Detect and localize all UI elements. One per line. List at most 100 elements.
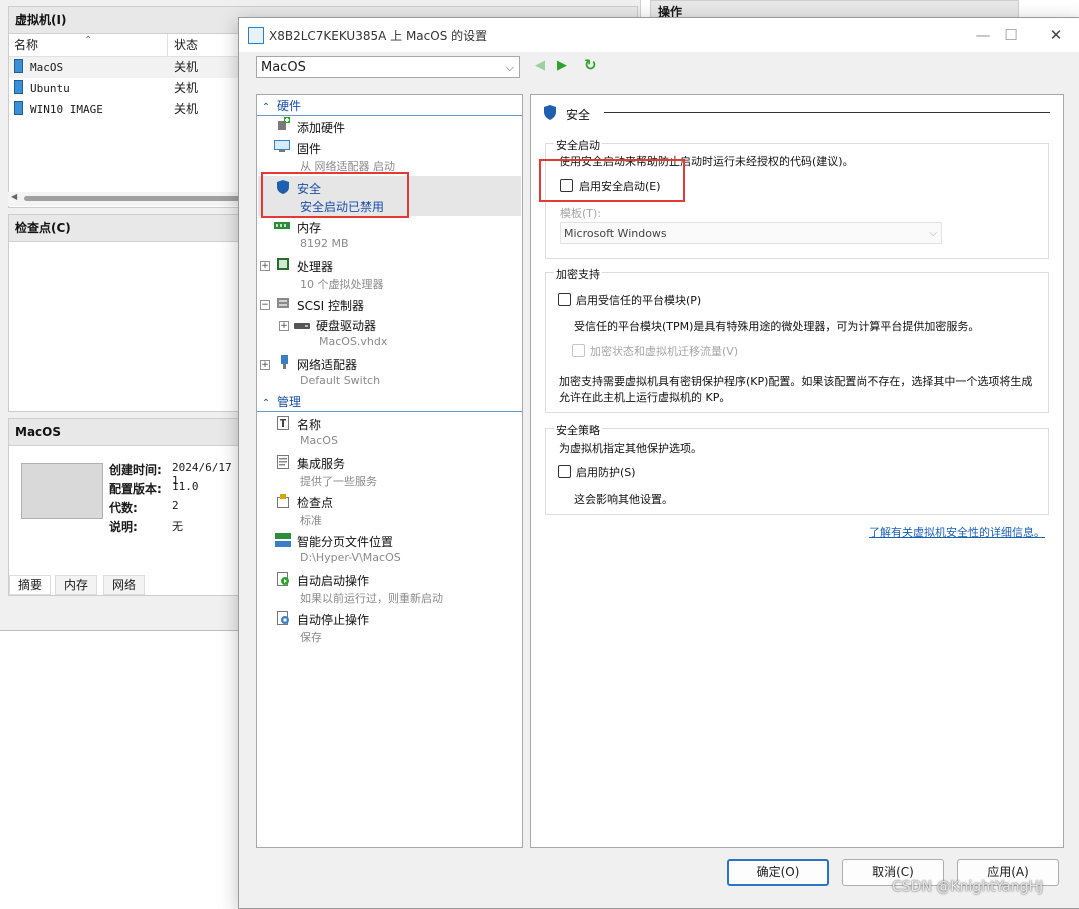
tree-section-hardware[interactable]: ⌃ 硬件 xyxy=(257,97,522,116)
tpm-checkbox[interactable] xyxy=(558,293,571,306)
add-hardware-icon xyxy=(278,117,290,130)
expand-icon[interactable]: + xyxy=(279,321,289,331)
vm-selector-value: MacOS xyxy=(261,60,306,75)
column-header-status[interactable]: 状态 xyxy=(174,34,198,56)
firmware-icon xyxy=(274,140,290,152)
kp-description-line2: 允许在此主机上运行虚拟机的 KP。 xyxy=(559,391,731,404)
column-divider xyxy=(167,34,168,56)
back-arrow-icon[interactable]: ◀ xyxy=(535,58,545,73)
tree-item-memory-sub: 8192 MB xyxy=(300,237,349,250)
scsi-controller-icon xyxy=(277,298,289,308)
vm-thumbnail xyxy=(21,463,103,519)
processor-icon xyxy=(277,258,289,270)
tree-item-processor-sub: 10 个虚拟处理器 xyxy=(300,278,384,291)
template-select-value: Microsoft Windows xyxy=(564,227,667,240)
settings-dialog: X8B2LC7KEKU385A 上 MacOS 的设置 — ☐ ✕ MacOS … xyxy=(238,17,1079,909)
vm-name: WIN10 IMAGE xyxy=(30,103,103,116)
tree-item-auto-stop-sub: 保存 xyxy=(300,631,322,644)
vm-status: 关机 xyxy=(174,81,199,95)
forward-arrow-icon[interactable]: ▶ xyxy=(557,58,567,73)
chevron-down-icon: ⌵ xyxy=(505,61,514,74)
template-select[interactable]: Microsoft Windows ⌵ xyxy=(560,222,942,244)
tree-item-checkpoints-sub: 标准 xyxy=(300,514,322,527)
tab-memory[interactable]: 内存 xyxy=(55,575,98,595)
tpm-description: 受信任的平台模块(TPM)是具有特殊用途的微处理器，可为计算平台提供加密服务。 xyxy=(574,320,980,333)
auto-start-icon xyxy=(277,572,289,586)
vm-name: MacOS xyxy=(30,61,64,74)
tree-item-hard-drive[interactable]: 硬盘驱动器 xyxy=(316,317,376,334)
hard-drive-icon xyxy=(294,323,310,329)
network-adapter-icon xyxy=(281,355,288,369)
minimize-icon[interactable]: — xyxy=(969,24,997,46)
tab-network[interactable]: 网络 xyxy=(103,575,146,595)
close-icon[interactable]: ✕ xyxy=(1042,24,1070,46)
shielding-checkbox[interactable] xyxy=(558,465,571,478)
tree-item-network-adapter[interactable]: 网络适配器 xyxy=(297,356,357,373)
integration-services-icon xyxy=(277,455,289,469)
highlight-box-secure-boot xyxy=(539,159,685,202)
tree-item-auto-start-sub: 如果以前运行过，则重新启动 xyxy=(300,592,443,605)
tree-item-integration-services[interactable]: 集成服务 xyxy=(297,455,345,472)
section-divider xyxy=(604,112,1050,113)
shielding-checkbox-label[interactable]: 启用防护(S) xyxy=(576,464,636,480)
sort-arrow-icon: ⌃ xyxy=(84,35,93,46)
secure-boot-title: 安全启动 xyxy=(554,137,602,153)
tree-item-name-sub: MacOS xyxy=(300,434,338,447)
chevron-down-icon: ⌵ xyxy=(929,228,937,239)
security-settings-pane: 安全 安全启动 使用安全启动来帮助防止启动时运行未经授权的代码(建议)。 启用安… xyxy=(530,94,1064,848)
checkpoint-icon xyxy=(277,494,289,508)
collapse-icon[interactable]: − xyxy=(260,300,270,310)
tree-item-memory[interactable]: 内存 xyxy=(297,219,321,236)
security-policy-description: 为虚拟机指定其他保护选项。 xyxy=(559,442,702,455)
shielding-note: 这会影响其他设置。 xyxy=(574,493,673,506)
vm-selector[interactable]: MacOS ⌵ xyxy=(256,56,520,78)
detail-row: 配置版本: 11.0 xyxy=(109,480,199,496)
encryption-title: 加密支持 xyxy=(554,266,602,282)
name-icon xyxy=(277,416,289,430)
ok-button[interactable]: 确定(O) xyxy=(727,859,829,886)
tpm-checkbox-label[interactable]: 启用受信任的平台模块(P) xyxy=(576,292,701,308)
learn-more-link[interactable]: 了解有关虚拟机安全性的详细信息。 xyxy=(869,524,1045,540)
collapse-icon[interactable]: ⌃ xyxy=(259,395,273,413)
tree-item-smart-paging-sub: D:\Hyper-V\MacOS xyxy=(300,551,401,564)
vm-icon xyxy=(14,101,23,115)
tree-item-network-adapter-sub: Default Switch xyxy=(300,374,381,387)
tree-item-smart-paging[interactable]: 智能分页文件位置 xyxy=(297,533,393,550)
security-policy-title: 安全策略 xyxy=(554,422,602,438)
column-header-name[interactable]: 名称 xyxy=(14,34,38,56)
tree-item-name[interactable]: 名称 xyxy=(297,416,321,433)
tree-section-management[interactable]: ⌃ 管理 xyxy=(257,393,522,412)
shield-icon xyxy=(544,105,556,120)
memory-icon xyxy=(274,222,290,229)
scroll-left-arrow-icon[interactable]: ◀ xyxy=(11,192,17,201)
expand-icon[interactable]: + xyxy=(260,261,270,271)
tree-item-processor[interactable]: 处理器 xyxy=(297,258,333,275)
smart-paging-icon xyxy=(275,533,291,547)
tree-item-scsi-controller[interactable]: SCSI 控制器 xyxy=(297,297,364,314)
tree-item-hard-drive-sub: MacOS.vhdx xyxy=(319,335,388,348)
vm-status: 关机 xyxy=(174,60,199,74)
watermark: CSDN @KnightYangHJ xyxy=(892,879,1044,895)
dialog-titlebar[interactable]: X8B2LC7KEKU385A 上 MacOS 的设置 — ☐ ✕ xyxy=(239,18,1079,52)
maximize-icon[interactable]: ☐ xyxy=(997,24,1025,46)
dialog-title: X8B2LC7KEKU385A 上 MacOS 的设置 xyxy=(269,29,488,43)
kp-description-line1: 加密支持需要虚拟机具有密钥保护程序(KP)配置。如果该配置尚不存在，选择其中一个… xyxy=(559,375,1033,388)
tab-summary[interactable]: 摘要 xyxy=(9,575,52,595)
detail-row: 说明: 无 xyxy=(109,520,183,534)
detail-row: 创建时间: 2024/6/17 1 xyxy=(109,461,232,487)
tree-item-integration-services-sub: 提供了一些服务 xyxy=(300,475,377,488)
tree-item-auto-stop[interactable]: 自动停止操作 xyxy=(297,611,369,628)
tree-item-checkpoints[interactable]: 检查点 xyxy=(297,494,333,511)
tree-item-auto-start[interactable]: 自动启动操作 xyxy=(297,572,369,589)
migration-encryption-label[interactable]: 加密状态和虚拟机迁移流量(V) xyxy=(590,343,738,359)
expand-icon[interactable]: + xyxy=(260,360,270,370)
refresh-icon[interactable]: ↻ xyxy=(584,56,600,74)
tree-item-add-hardware[interactable]: 添加硬件 xyxy=(297,119,345,136)
vm-status: 关机 xyxy=(174,102,199,116)
section-title: 安全 xyxy=(566,108,591,122)
detail-row: 代数: 2 xyxy=(109,499,179,515)
collapse-icon[interactable]: ⌃ xyxy=(259,99,273,117)
tree-item-firmware[interactable]: 固件 xyxy=(297,140,321,157)
auto-stop-icon xyxy=(277,611,289,625)
migration-encryption-checkbox[interactable] xyxy=(572,344,585,357)
